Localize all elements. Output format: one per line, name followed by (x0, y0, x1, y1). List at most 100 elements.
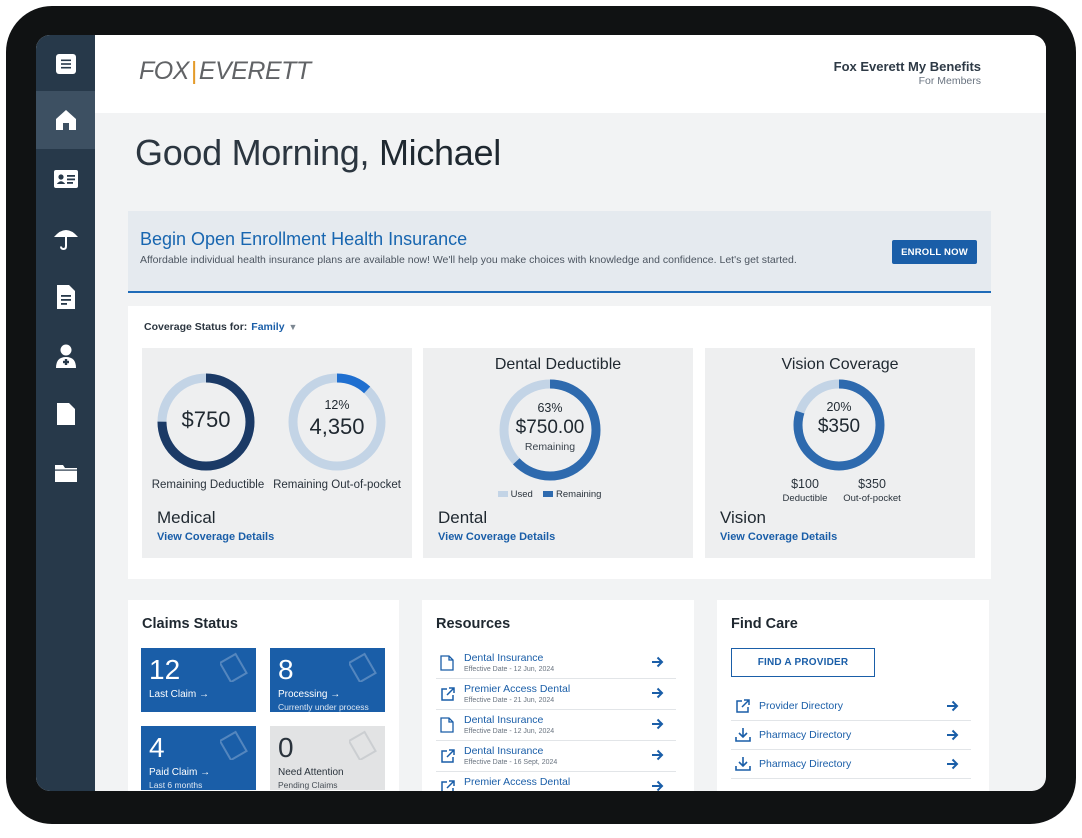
resource-name: Dental Insurance (464, 714, 544, 726)
claims-status-card: Claims Status 12 Last Claim → 8 Processi… (128, 600, 399, 791)
vision-card-title: Vision Coverage (781, 356, 899, 373)
arrow-right-icon[interactable] (946, 757, 959, 775)
arrow-right-icon[interactable] (946, 699, 959, 717)
medical-card: $750 Remaining Deductible 12% 4,350 Rema… (142, 348, 412, 558)
doctor-icon (55, 344, 76, 368)
dental-title: Dental (438, 508, 488, 527)
resource-name: Dental Insurance (464, 652, 544, 664)
resource-date: Effective Date - 12 Jun, 2024 (464, 728, 555, 735)
portal-subtitle: For Members (918, 75, 981, 87)
resource-item[interactable]: Dental Insurance Effective Date - 12 Jun,… (436, 648, 676, 679)
app-screen: FOX|EVERETT Fox Everett My Benefits For … (36, 35, 1046, 791)
folder-icon (54, 465, 77, 482)
dental-view-details-link[interactable]: View Coverage Details (438, 531, 555, 543)
find-care-item-label: Provider Directory (759, 700, 844, 712)
resource-name: Premier Access Dental (464, 776, 571, 788)
coverage-selected: Family (251, 321, 285, 333)
find-care-item-label: Pharmacy Directory (759, 729, 852, 741)
find-care-card: Find Care FIND A PROVIDER Provider Direc… (717, 600, 989, 791)
legend-label-used: Used (510, 489, 533, 500)
claim-tile-paid[interactable]: 4 Paid Claim → Last 6 months (141, 726, 256, 790)
download-icon (735, 727, 751, 748)
arrow-right-icon[interactable] (651, 686, 664, 704)
resource-item[interactable]: Dental Insurance Effective Date - 12 Jun,… (436, 710, 676, 741)
claim-tile-last[interactable]: 12 Last Claim → (141, 648, 256, 712)
sidebar (36, 35, 95, 791)
sidebar-item-insurance[interactable] (36, 209, 95, 267)
claims-document-icon (349, 730, 377, 760)
medical-title: Medical (157, 508, 216, 527)
deductible-value: $750 (181, 407, 231, 432)
vision-view-details-link[interactable]: View Coverage Details (720, 531, 837, 543)
sidebar-item-documents[interactable] (36, 268, 95, 326)
claim-tile-processing[interactable]: 8 Processing → Currently under process (270, 648, 385, 712)
home-icon (55, 110, 76, 130)
sidebar-item-doctor[interactable] (36, 327, 95, 385)
greeting: Good Morning, Michael (135, 132, 501, 173)
menu-button[interactable] (36, 35, 95, 93)
resource-item[interactable]: Premier Access Dental Effective Date - 21… (436, 679, 676, 710)
resource-item[interactable]: Dental Insurance Effective Date - 16 Sept… (436, 741, 676, 772)
external-link-icon (440, 686, 456, 707)
brand-logo[interactable]: FOX|EVERETT (139, 57, 311, 86)
vision-deductible-value: $100 (791, 477, 819, 491)
arrow-right-icon[interactable] (651, 655, 664, 673)
coverage-panel: Coverage Status for: Family ▼ $750 Remaini… (128, 306, 991, 579)
sidebar-item-id-card[interactable] (36, 150, 95, 208)
arrow-right-icon[interactable] (651, 779, 664, 791)
deductible-label: Remaining Deductible (151, 479, 265, 491)
find-care-title: Find Care (731, 616, 798, 632)
user-name: Michael (378, 132, 501, 173)
portal-name: Fox Everett My Benefits (833, 59, 981, 74)
arrow-right-icon[interactable] (651, 717, 664, 735)
resources-title: Resources (436, 616, 511, 632)
resource-date: Effective Date - 12 Jun, 2024 (464, 666, 555, 673)
enroll-now-button[interactable]: ENROLL NOW (892, 240, 977, 264)
arrow-right-icon[interactable] (946, 728, 959, 746)
dental-card-title: Dental Deductible (494, 356, 622, 373)
find-care-item[interactable]: Pharmacy Directory (731, 750, 971, 779)
find-provider-button[interactable]: FIND A PROVIDER (731, 648, 875, 677)
resource-name: Premier Access Dental (464, 683, 571, 695)
file-icon (56, 403, 75, 425)
vision-value: $350 (817, 416, 861, 437)
dental-legend: Used Remaining (498, 489, 601, 500)
vision-oop-label: Out-of-pocket (843, 493, 901, 504)
resources-card: Resources Dental Insurance Effective Date… (422, 600, 694, 791)
vision-title: Vision (720, 508, 766, 527)
arrow-right-icon[interactable] (651, 748, 664, 766)
chevron-down-icon: ▼ (288, 322, 298, 332)
oop-percent: 12% (324, 398, 350, 412)
sidebar-item-home[interactable] (36, 91, 95, 149)
claim-tile-attention[interactable]: 0 Need Attention Pending Claims (270, 726, 385, 790)
vision-oop-value: $350 (858, 477, 886, 491)
document-icon (56, 285, 75, 309)
resource-name: Dental Insurance (464, 745, 544, 757)
dental-card: Dental Deductible 63% $750.00 Remaining … (423, 348, 693, 558)
find-care-item-label: Pharmacy Directory (759, 758, 852, 770)
oop-value: 4,350 (309, 414, 365, 439)
menu-icon (55, 54, 76, 74)
medical-view-details-link[interactable]: View Coverage Details (157, 531, 274, 543)
coverage-selector[interactable]: Coverage Status for: Family ▼ (144, 321, 297, 333)
claims-title: Claims Status (142, 616, 238, 632)
id-card-icon (53, 170, 78, 188)
sidebar-item-folder[interactable] (36, 444, 95, 502)
find-care-item[interactable]: Pharmacy Directory (731, 721, 971, 750)
vision-percent: 20% (826, 400, 852, 414)
claims-document-icon (349, 652, 377, 682)
banner-description: Affordable individual health insurance p… (140, 254, 797, 266)
sidebar-item-files[interactable] (36, 385, 95, 443)
vision-deductible-label: Deductible (782, 493, 828, 504)
enrollment-banner: Begin Open Enrollment Health Insurance A… (128, 211, 991, 293)
claims-document-icon (220, 730, 248, 760)
legend-label-remaining: Remaining (556, 489, 602, 500)
top-header: FOX|EVERETT Fox Everett My Benefits For … (95, 35, 1046, 113)
document-icon (440, 717, 454, 738)
find-care-item[interactable]: Provider Directory (731, 692, 971, 721)
dental-value: $750.00 (515, 417, 585, 438)
vision-card: Vision Coverage 20% $350 $100 Deductible… (705, 348, 975, 558)
claims-document-icon (220, 652, 248, 682)
resource-item[interactable]: Premier Access Dental (436, 772, 676, 791)
legend-swatch-used (498, 491, 508, 498)
